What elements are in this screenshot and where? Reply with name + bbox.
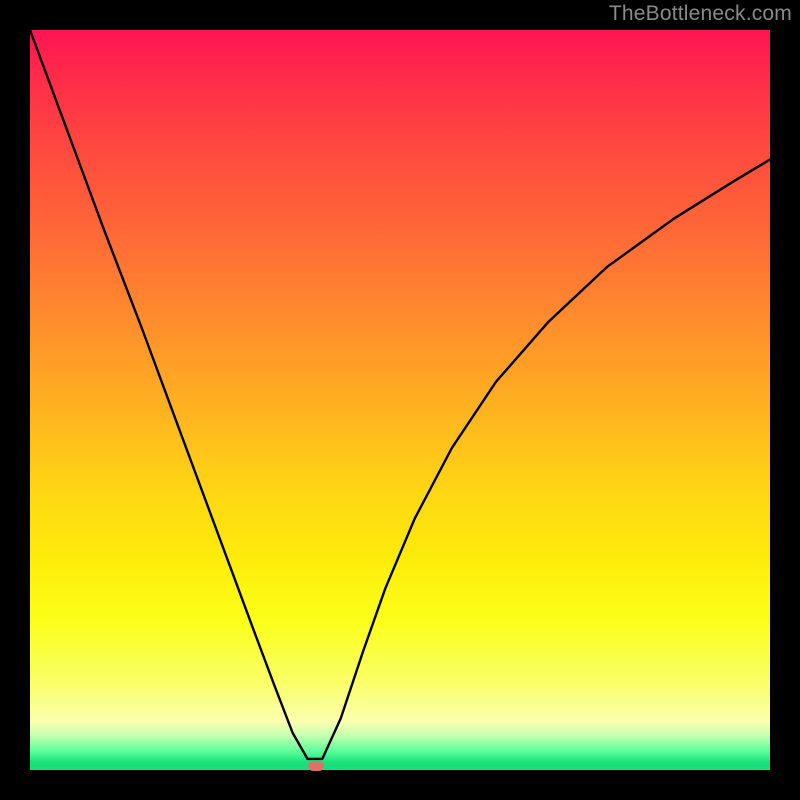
plot-area xyxy=(30,30,770,770)
curve-svg xyxy=(30,30,770,770)
chart-frame: TheBottleneck.com xyxy=(0,0,800,800)
bottleneck-curve-path xyxy=(30,30,770,759)
min-marker xyxy=(308,761,324,771)
watermark-text: TheBottleneck.com xyxy=(609,2,792,26)
